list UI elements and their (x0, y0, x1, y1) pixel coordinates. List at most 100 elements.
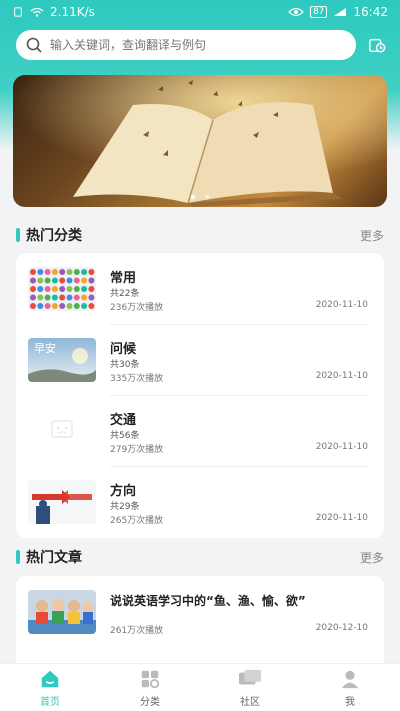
community-icon (239, 669, 261, 684)
category-date: 2020-11-10 (315, 442, 368, 452)
wifi-icon (30, 7, 44, 17)
decorative-dot (59, 269, 66, 275)
decorative-dot (37, 303, 44, 309)
eye-icon (288, 7, 304, 17)
category-count: 共22条 (110, 289, 140, 299)
decorative-dot (37, 269, 44, 275)
decorative-dot (59, 277, 66, 284)
hot-categories-header: 热门分类 更多 (16, 224, 384, 246)
tab-category[interactable]: 分类 (100, 664, 200, 711)
decorative-dot (73, 286, 80, 292)
decorative-dot (73, 269, 80, 275)
decorative-dot (88, 303, 95, 309)
search-icon (26, 37, 42, 53)
decorative-dot (81, 303, 88, 309)
home-icon (41, 670, 59, 687)
open-book-image (13, 75, 387, 207)
article-row[interactable]: 说说英语学习中的“鱼、渔、愉、欲” 261万次播放 2020-12-10 (16, 576, 384, 651)
kids-photo-image (28, 590, 96, 634)
category-date: 2020-11-10 (315, 371, 368, 381)
article-plays: 261万次播放 (110, 626, 164, 636)
hot-articles-card: 说说英语学习中的“鱼、渔、愉、欲” 261万次播放 2020-12-10 (16, 576, 384, 676)
category-count: 共29条 (110, 502, 140, 512)
decorative-dot (81, 286, 88, 292)
sim-icon (14, 7, 22, 17)
tab-label: 社区 (240, 696, 260, 708)
decorative-dot (73, 277, 80, 284)
decorative-dot (88, 277, 95, 284)
category-name: 交通 (110, 413, 137, 428)
tab-community[interactable]: 社区 (200, 664, 300, 711)
clock: 16:42 (353, 5, 388, 19)
category-row[interactable]: 方向 共29条 265万次播放 2020-11-10 (16, 466, 384, 537)
category-name: 常用 (110, 271, 137, 286)
section-accent-bar (16, 550, 20, 564)
signal-icon (334, 8, 347, 16)
more-articles-link[interactable]: 更多 (360, 549, 384, 566)
category-icon (141, 670, 160, 688)
tab-label: 分类 (140, 696, 160, 708)
category-thumbnail (28, 480, 96, 524)
more-categories-link[interactable]: 更多 (360, 227, 384, 244)
decorative-dot (81, 294, 88, 301)
decorative-dot (30, 286, 36, 292)
decorative-dot (51, 277, 58, 284)
decorative-dot (30, 277, 36, 284)
section-title: 热门文章 (26, 550, 82, 566)
decorative-dot (59, 294, 66, 301)
category-count: 共30条 (110, 360, 140, 370)
decorative-dot (66, 286, 73, 292)
category-plays: 335万次播放 (110, 374, 164, 384)
decorative-dot (66, 277, 73, 284)
decorative-dot (30, 303, 36, 309)
decorative-dot (73, 294, 80, 301)
search-input[interactable] (50, 38, 330, 52)
tab-home[interactable]: 首页 (0, 664, 100, 711)
decorative-dot (88, 269, 95, 275)
history-button[interactable] (366, 34, 388, 56)
section-accent-bar (16, 228, 20, 242)
decorative-dot (30, 269, 36, 275)
decorative-dot (59, 286, 66, 292)
carousel-dots (13, 195, 387, 199)
category-row[interactable]: 交通 共56条 279万次播放 2020-11-10 (16, 395, 384, 466)
category-thumbnail (28, 409, 96, 453)
decorative-dot (51, 286, 58, 292)
search-box[interactable] (16, 30, 356, 60)
carousel-dot[interactable] (191, 195, 195, 199)
decorative-dot (37, 286, 44, 292)
category-thumbnail (28, 267, 96, 311)
colorful-dots-image (28, 267, 96, 311)
category-row[interactable]: 早安 问候 共30条 335万次播放 2020-11-10 (16, 324, 384, 395)
category-name: 问候 (110, 342, 137, 357)
decorative-dot (66, 303, 73, 309)
category-date: 2020-11-10 (315, 513, 368, 523)
history-icon (369, 38, 386, 53)
decorative-dot (51, 294, 58, 301)
profile-icon (341, 670, 359, 688)
network-speed: 2.11K/s (50, 5, 95, 19)
decorative-dot (44, 286, 51, 292)
decorative-dot (30, 294, 36, 301)
decorative-dot (81, 277, 88, 284)
decorative-dot (51, 303, 58, 309)
category-name: 方向 (110, 484, 137, 499)
hot-articles-header: 热门文章 更多 (16, 546, 384, 568)
decorative-dot (73, 303, 80, 309)
category-row[interactable]: 常用 共22条 236万次播放 2020-11-10 (16, 253, 384, 324)
tab-profile[interactable]: 我 (300, 664, 400, 711)
image-placeholder-icon (28, 409, 96, 453)
carousel-dot[interactable] (205, 195, 209, 199)
article-thumbnail (28, 590, 96, 634)
tab-label: 我 (345, 696, 355, 708)
decorative-dot (81, 269, 88, 275)
decorative-dot (88, 294, 95, 301)
battery-indicator: 87 (309, 6, 328, 18)
banner-carousel[interactable] (13, 75, 387, 207)
article-date: 2020-12-10 (315, 623, 368, 633)
bottom-tab-bar: 首页 分类 社区 我 (0, 663, 400, 711)
category-date: 2020-11-10 (315, 300, 368, 310)
tab-label: 首页 (40, 696, 60, 708)
decorative-dot (66, 294, 73, 301)
category-plays: 236万次播放 (110, 303, 164, 313)
